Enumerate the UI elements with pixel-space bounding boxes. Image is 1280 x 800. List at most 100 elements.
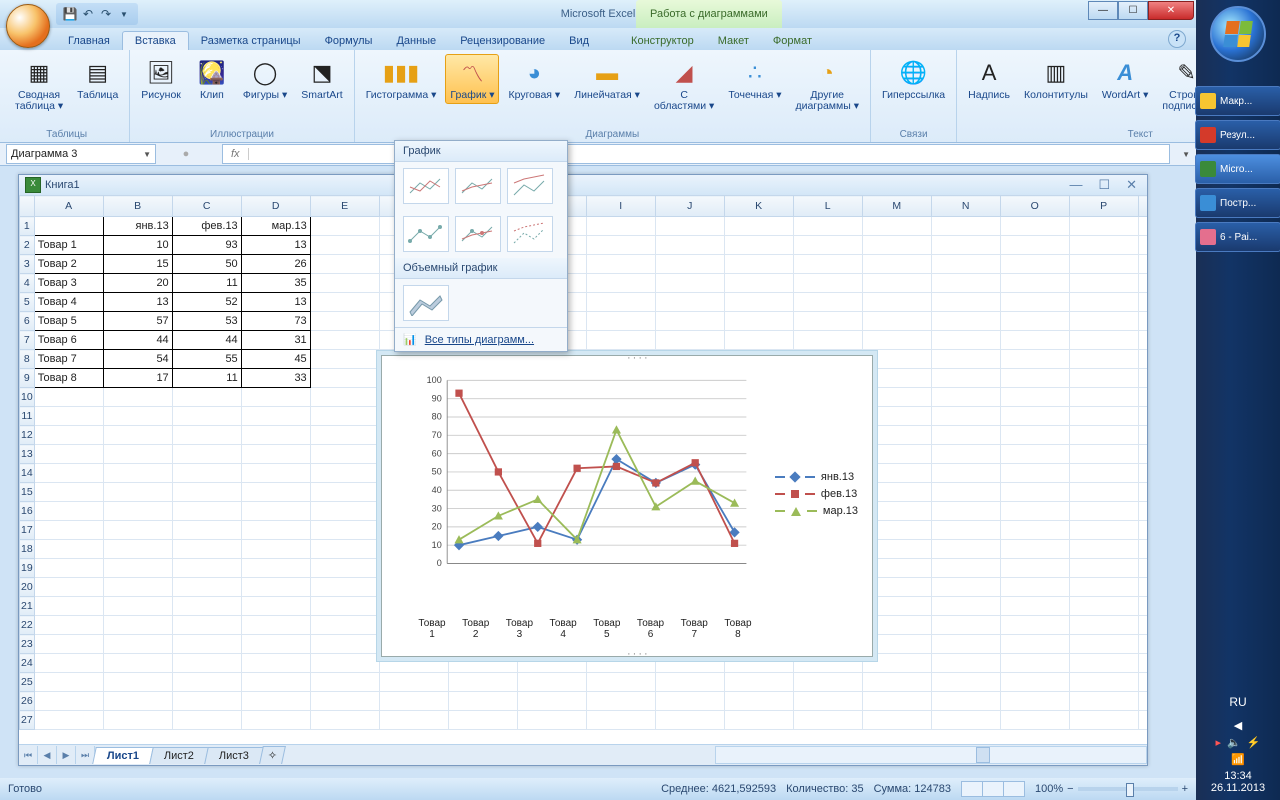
- wb-minimize-button[interactable]: —: [1069, 177, 1082, 193]
- zoom-control[interactable]: 100% − +: [1035, 783, 1188, 795]
- clock-time[interactable]: 13:34: [1196, 770, 1280, 782]
- table-button[interactable]: ▤Таблица: [72, 54, 123, 104]
- sheet-tab-3[interactable]: Лист3: [204, 747, 264, 764]
- line-chart-option-2[interactable]: [455, 168, 501, 204]
- svg-text:10: 10: [432, 540, 442, 550]
- tray-volume-icon[interactable]: 🔈: [1227, 736, 1241, 749]
- line-chart-button[interactable]: 〽График ▾: [445, 54, 499, 104]
- tray-power-icon[interactable]: ⚡: [1247, 736, 1261, 749]
- line-chart-option-3[interactable]: [507, 168, 553, 204]
- clipart-button[interactable]: 🎑Клип: [190, 54, 234, 104]
- worksheet[interactable]: ABCDEFGHIJKLMNOPQ1янв.13фев.13мар.132Тов…: [19, 195, 1147, 744]
- wordart-button[interactable]: AWordArt ▾: [1097, 54, 1154, 104]
- sheet-tab-new[interactable]: ✧: [259, 746, 286, 764]
- expand-formula-bar-icon[interactable]: ▼: [1176, 150, 1196, 159]
- sheet-tab-2[interactable]: Лист2: [149, 747, 209, 764]
- svg-text:50: 50: [432, 467, 442, 477]
- all-chart-types-button[interactable]: 📊 Все типы диаграмм...: [395, 327, 567, 351]
- language-indicator[interactable]: RU: [1196, 695, 1280, 709]
- group-label-links: Связи: [877, 128, 950, 142]
- sheet-nav-prev[interactable]: ◀: [38, 746, 57, 764]
- redo-icon[interactable]: ↷: [98, 6, 114, 22]
- system-tray: RU ◀ ▸ 🔈 ⚡ 📶 13:34 26.11.2013: [1196, 685, 1280, 800]
- close-button[interactable]: ✕: [1148, 1, 1194, 20]
- chart-legend: янв.13фев.13мар.13: [775, 466, 858, 522]
- wb-close-button[interactable]: ✕: [1126, 177, 1137, 193]
- chart-handle-top[interactable]: ····: [627, 352, 650, 364]
- pie-chart-button[interactable]: ◕Круговая ▾: [503, 54, 565, 104]
- chevron-down-icon[interactable]: ▼: [143, 150, 151, 159]
- maximize-button[interactable]: ☐: [1118, 1, 1148, 20]
- group-tables: ▦Сводная таблица ▾ ▤Таблица Таблицы: [4, 50, 130, 142]
- name-box[interactable]: Диаграмма 3▼: [6, 144, 156, 164]
- tab-page-layout[interactable]: Разметка страницы: [189, 32, 313, 50]
- zoom-in-icon[interactable]: +: [1182, 783, 1188, 795]
- taskbar-item[interactable]: Резул...: [1195, 120, 1280, 150]
- tab-chart-layout[interactable]: Макет: [706, 32, 761, 50]
- clock-date[interactable]: 26.11.2013: [1196, 782, 1280, 794]
- header-footer-button[interactable]: ▥Колонтитулы: [1019, 54, 1093, 104]
- tab-data[interactable]: Данные: [384, 32, 448, 50]
- all-chart-types-icon: 📊: [403, 333, 417, 346]
- tab-insert[interactable]: Вставка: [122, 31, 189, 50]
- sheet-nav-next[interactable]: ▶: [57, 746, 76, 764]
- line-chart-option-4[interactable]: [403, 216, 449, 252]
- hyperlink-button[interactable]: 🌐Гиперссылка: [877, 54, 950, 104]
- workbook-area: X Книга1 — ☐ ✕ ABCDEFGHIJKLMNOPQ1янв.13ф…: [0, 166, 1196, 778]
- taskbar-item[interactable]: Макр...: [1195, 86, 1280, 116]
- chart-plot-area: 0102030405060708090100: [420, 370, 750, 592]
- ribbon: ▦Сводная таблица ▾ ▤Таблица Таблицы 🖼Рис…: [0, 50, 1196, 143]
- minimize-button[interactable]: —: [1088, 1, 1118, 20]
- shapes-button[interactable]: ◯Фигуры ▾: [238, 54, 292, 104]
- zoom-out-icon[interactable]: −: [1067, 783, 1073, 795]
- tab-formulas[interactable]: Формулы: [313, 32, 385, 50]
- tab-view[interactable]: Вид: [557, 32, 601, 50]
- smartart-button[interactable]: ⬔SmartArt: [296, 54, 347, 104]
- other-charts-icon: ◔: [811, 57, 843, 89]
- line-chart-option-5[interactable]: [455, 216, 501, 252]
- picture-icon: 🖼: [145, 57, 177, 89]
- embedded-chart[interactable]: 0102030405060708090100 Товар1Товар2Товар…: [381, 355, 873, 657]
- wb-maximize-button[interactable]: ☐: [1098, 177, 1110, 193]
- taskbar-item[interactable]: 6 - Pai...: [1195, 222, 1280, 252]
- view-buttons[interactable]: [961, 781, 1025, 797]
- line-chart-option-1[interactable]: [403, 168, 449, 204]
- tray-network-icon[interactable]: 📶: [1231, 753, 1245, 766]
- area-chart-button[interactable]: ◢С областями ▾: [649, 54, 719, 115]
- chart-handle-bottom[interactable]: ····: [627, 648, 650, 660]
- help-icon[interactable]: ?: [1168, 30, 1186, 48]
- office-button[interactable]: [6, 4, 50, 48]
- excel-file-icon: X: [25, 177, 41, 193]
- tab-chart-format[interactable]: Формат: [761, 32, 824, 50]
- tab-review[interactable]: Рецензирование: [448, 32, 557, 50]
- bar-chart-button[interactable]: ▬Линейчатая ▾: [569, 54, 645, 104]
- column-chart-button[interactable]: ▮▮▮Гистограмма ▾: [361, 54, 442, 104]
- tab-chart-design[interactable]: Конструктор: [619, 32, 706, 50]
- sheet-tab-1[interactable]: Лист1: [92, 747, 154, 764]
- tray-chevron-icon[interactable]: ◀: [1234, 719, 1242, 732]
- pivot-table-button[interactable]: ▦Сводная таблица ▾: [10, 54, 68, 115]
- other-charts-button[interactable]: ◔Другие диаграммы ▾: [790, 54, 864, 115]
- tray-flag-icon[interactable]: ▸: [1216, 736, 1222, 749]
- bar-chart-icon: ▬: [591, 57, 623, 89]
- fx-icon[interactable]: fx: [223, 148, 249, 160]
- picture-button[interactable]: 🖼Рисунок: [136, 54, 186, 104]
- line-chart-option-6[interactable]: [507, 216, 553, 252]
- qat-dropdown-icon[interactable]: ▼: [116, 6, 132, 22]
- zoom-slider[interactable]: [1078, 787, 1178, 791]
- horizontal-scrollbar[interactable]: [715, 746, 1147, 764]
- taskbar-item[interactable]: Micro...: [1195, 154, 1280, 184]
- save-icon[interactable]: 💾: [62, 6, 78, 22]
- line-chart-3d-option[interactable]: [403, 285, 449, 321]
- formula-input[interactable]: fx: [222, 144, 1170, 164]
- sheet-nav-first[interactable]: ⏮: [19, 746, 38, 764]
- svg-text:70: 70: [432, 430, 442, 440]
- undo-icon[interactable]: ↶: [80, 6, 96, 22]
- group-label-illustrations: Иллюстрации: [136, 128, 347, 142]
- start-button[interactable]: [1210, 6, 1266, 62]
- textbox-button[interactable]: AНадпись: [963, 54, 1015, 104]
- tab-home[interactable]: Главная: [56, 32, 122, 50]
- workbook-window: X Книга1 — ☐ ✕ ABCDEFGHIJKLMNOPQ1янв.13ф…: [18, 174, 1148, 766]
- scatter-chart-button[interactable]: ∴Точечная ▾: [723, 54, 786, 104]
- taskbar-item[interactable]: Постр...: [1195, 188, 1280, 218]
